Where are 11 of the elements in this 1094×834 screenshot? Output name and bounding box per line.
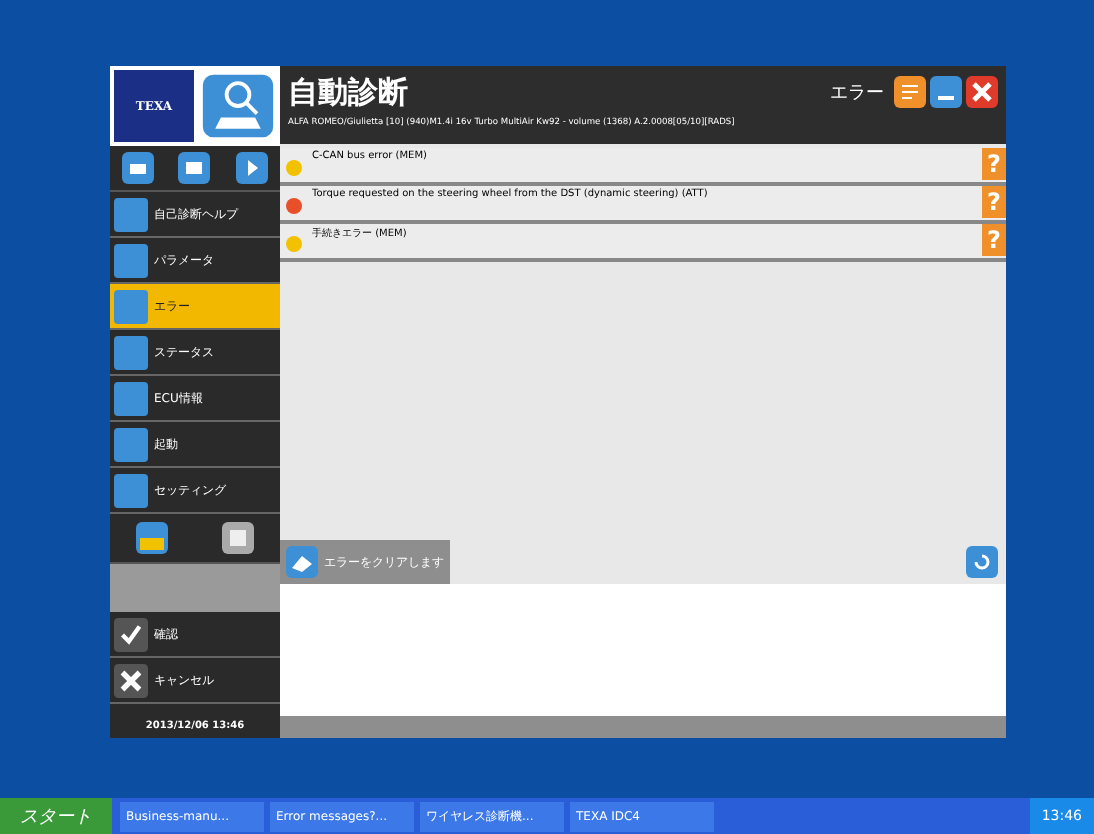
minimize-icon[interactable] (930, 76, 962, 108)
refresh-icon[interactable] (966, 546, 998, 578)
section-label: エラー (830, 81, 884, 105)
window-title: 自動診断 (288, 73, 410, 111)
cross-icon (114, 663, 148, 697)
play-icon[interactable] (235, 152, 268, 184)
check-icon (114, 617, 148, 651)
start-button[interactable]: スタート (0, 798, 112, 834)
close-icon[interactable] (966, 76, 998, 108)
graph-icon[interactable] (136, 522, 169, 554)
notes-icon[interactable] (894, 76, 926, 108)
